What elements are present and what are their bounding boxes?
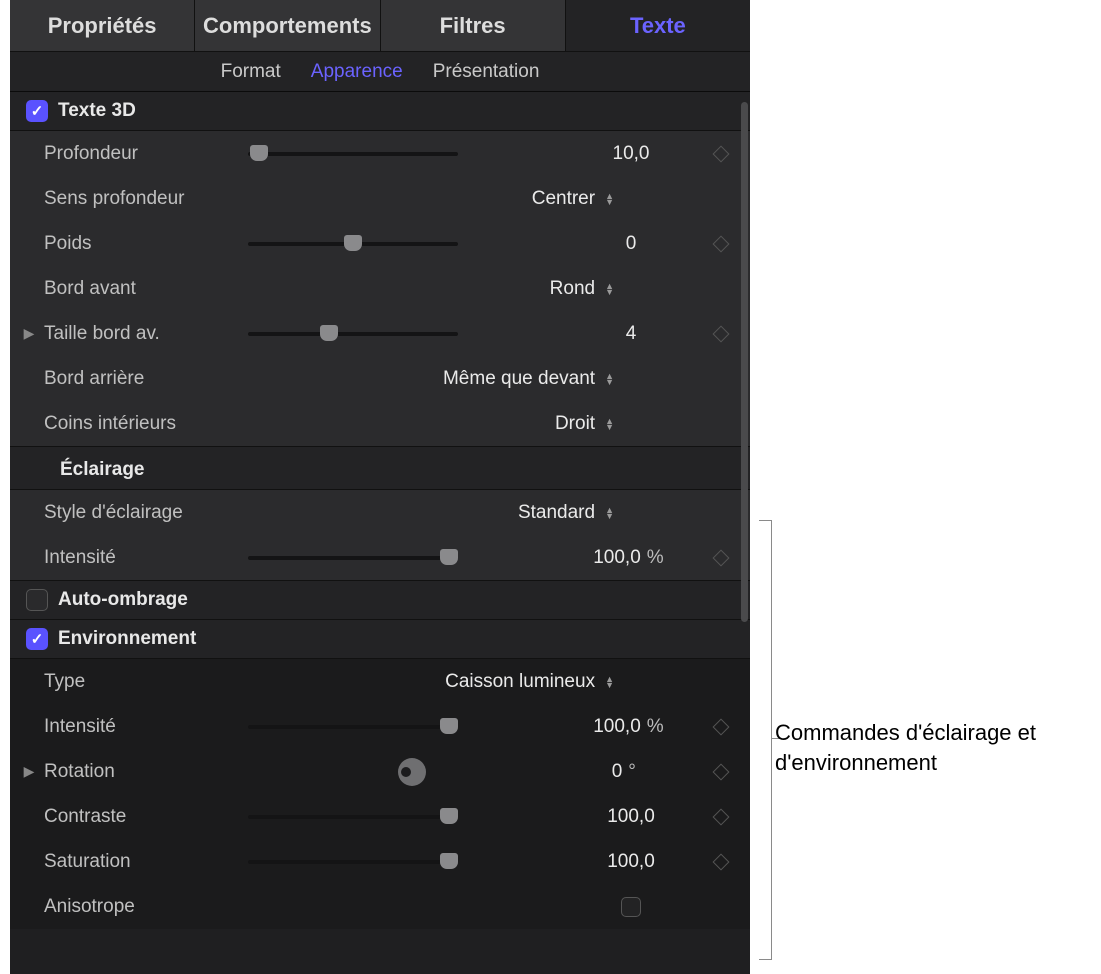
environnement-rows: Type Caisson lumineux ▲▼ Intensité 100,0… [10,658,750,929]
texte3d-rows: Profondeur 10,0 Sens profondeur Centrer … [10,130,750,446]
callout-bracket [752,520,772,960]
profondeur-value[interactable]: 10,0 [556,143,706,165]
section-eclairage-header: Éclairage [10,446,750,489]
eclairage-label: Éclairage [60,459,145,481]
taille-bord-av-value[interactable]: 4 [556,323,706,345]
env-type-label: Type [38,671,238,693]
env-saturation-keyframe[interactable] [706,856,736,868]
callout-text: Commandes d'éclairage et d'environnement [775,718,1075,777]
autoombrage-checkbox[interactable] [26,589,48,611]
subtab-apparence[interactable]: Apparence [311,61,403,83]
row-env-anisotrope: Anisotrope [10,884,750,929]
inspector-panel: Propriétés Comportements Filtres Texte F… [10,0,750,974]
updown-icon: ▲▼ [605,193,614,205]
bord-arriere-select[interactable]: Même que devant ▲▼ [443,368,614,390]
poids-label: Poids [38,233,238,255]
texte3d-label: Texte 3D [58,100,136,122]
env-contraste-value[interactable]: 100,0 [556,806,706,828]
env-rotation-value[interactable]: 0° [556,761,706,783]
row-bord-arriere: Bord arrière Même que devant ▲▼ [10,356,750,401]
env-anisotrope-label: Anisotrope [38,896,238,918]
intensite-eclairage-keyframe[interactable] [706,552,736,564]
env-intensite-value[interactable]: 100,0% [556,716,706,738]
row-sens-profondeur: Sens profondeur Centrer ▲▼ [10,176,750,221]
section-texte3d-header: Texte 3D [10,92,750,130]
subtab-format[interactable]: Format [221,61,281,83]
subtab-presentation[interactable]: Présentation [433,61,540,83]
env-type-select[interactable]: Caisson lumineux ▲▼ [445,671,614,693]
tab-comportements[interactable]: Comportements [195,0,380,51]
disclosure-triangle-icon[interactable]: ▶ [20,325,38,342]
section-autoombrage-header: Auto-ombrage [10,580,750,619]
env-intensite-keyframe[interactable] [706,721,736,733]
row-coins-interieurs: Coins intérieurs Droit ▲▼ [10,401,750,446]
intensite-eclairage-slider[interactable] [238,556,556,560]
tab-proprietes[interactable]: Propriétés [10,0,195,51]
bord-arriere-label: Bord arrière [38,368,238,390]
env-saturation-label: Saturation [38,851,238,873]
sub-tab-bar: Format Apparence Présentation [10,52,750,92]
row-bord-avant: Bord avant Rond ▲▼ [10,266,750,311]
row-env-saturation: Saturation 100,0 [10,839,750,884]
updown-icon: ▲▼ [605,283,614,295]
updown-icon: ▲▼ [605,676,614,688]
disclosure-triangle-icon[interactable]: ▶ [20,763,38,780]
style-eclairage-select[interactable]: Standard ▲▼ [518,502,614,524]
env-anisotrope-checkbox[interactable] [621,897,641,917]
main-tab-bar: Propriétés Comportements Filtres Texte [10,0,750,52]
scrollbar-thumb[interactable] [741,102,748,622]
taille-bord-av-slider[interactable] [238,332,556,336]
env-contraste-label: Contraste [38,806,238,828]
updown-icon: ▲▼ [605,373,614,385]
updown-icon: ▲▼ [605,507,614,519]
poids-keyframe[interactable] [706,238,736,250]
sens-profondeur-select[interactable]: Centrer ▲▼ [532,188,614,210]
profondeur-keyframe[interactable] [706,148,736,160]
taille-bord-av-keyframe[interactable] [706,328,736,340]
env-rotation-keyframe[interactable] [706,766,736,778]
env-rotation-label: Rotation [38,761,238,783]
tab-texte[interactable]: Texte [566,0,750,51]
updown-icon: ▲▼ [605,418,614,430]
texte3d-checkbox[interactable] [26,100,48,122]
row-taille-bord-av: ▶ Taille bord av. 4 [10,311,750,356]
poids-slider[interactable] [238,242,556,246]
profondeur-label: Profondeur [38,143,238,165]
tab-filtres[interactable]: Filtres [381,0,566,51]
coins-interieurs-label: Coins intérieurs [38,413,238,435]
poids-value[interactable]: 0 [556,233,706,255]
env-saturation-value[interactable]: 100,0 [556,851,706,873]
row-env-intensite: Intensité 100,0% [10,704,750,749]
env-rotation-dial[interactable] [238,758,556,786]
env-anisotrope-checkbox-wrap [556,897,706,917]
env-contraste-slider[interactable] [238,815,556,819]
row-profondeur: Profondeur 10,0 [10,131,750,176]
env-intensite-label: Intensité [38,716,238,738]
env-contraste-keyframe[interactable] [706,811,736,823]
environnement-checkbox[interactable] [26,628,48,650]
coins-interieurs-select[interactable]: Droit ▲▼ [555,413,614,435]
sens-profondeur-label: Sens profondeur [38,188,238,210]
bord-avant-select[interactable]: Rond ▲▼ [550,278,614,300]
row-env-contraste: Contraste 100,0 [10,794,750,839]
environnement-label: Environnement [58,628,196,650]
row-env-type: Type Caisson lumineux ▲▼ [10,659,750,704]
env-saturation-slider[interactable] [238,860,556,864]
autoombrage-label: Auto-ombrage [58,589,188,611]
style-eclairage-label: Style d'éclairage [38,502,238,524]
section-environnement-header: Environnement [10,619,750,658]
row-env-rotation: ▶ Rotation 0° [10,749,750,794]
profondeur-slider[interactable] [238,152,556,156]
eclairage-rows: Style d'éclairage Standard ▲▼ Intensité … [10,489,750,580]
row-intensite-eclairage: Intensité 100,0% [10,535,750,580]
bord-avant-label: Bord avant [38,278,238,300]
intensite-eclairage-label: Intensité [38,547,238,569]
row-poids: Poids 0 [10,221,750,266]
row-style-eclairage: Style d'éclairage Standard ▲▼ [10,490,750,535]
taille-bord-av-label: Taille bord av. [38,323,238,345]
content-area: Texte 3D Profondeur 10,0 Sens profondeur… [10,92,750,929]
env-intensite-slider[interactable] [238,725,556,729]
intensite-eclairage-value[interactable]: 100,0% [556,547,706,569]
